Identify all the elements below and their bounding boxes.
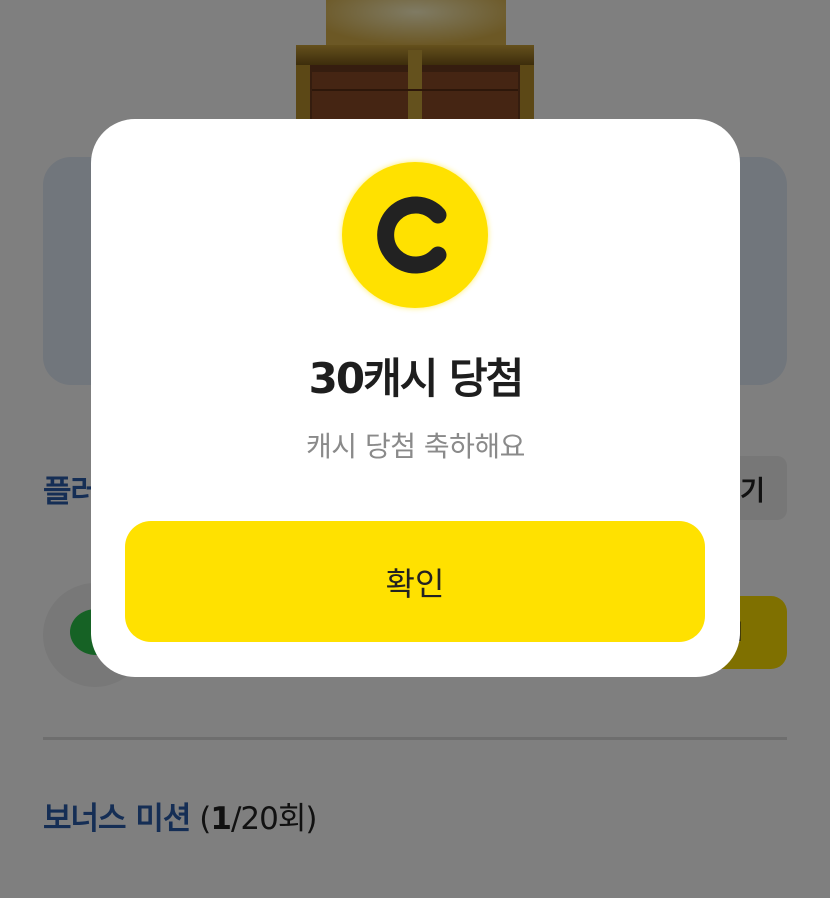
confirm-button[interactable]: 확인 xyxy=(125,521,705,642)
dialog-subtitle: 캐시 당첨 축하해요 xyxy=(306,430,525,463)
dialog-title: 30캐시 당첨 xyxy=(308,354,525,403)
reward-dialog: 30캐시 당첨 캐시 당첨 축하해요 확인 xyxy=(91,119,740,677)
cash-coin-icon xyxy=(342,162,488,308)
coin-letter-c-icon xyxy=(377,196,447,274)
